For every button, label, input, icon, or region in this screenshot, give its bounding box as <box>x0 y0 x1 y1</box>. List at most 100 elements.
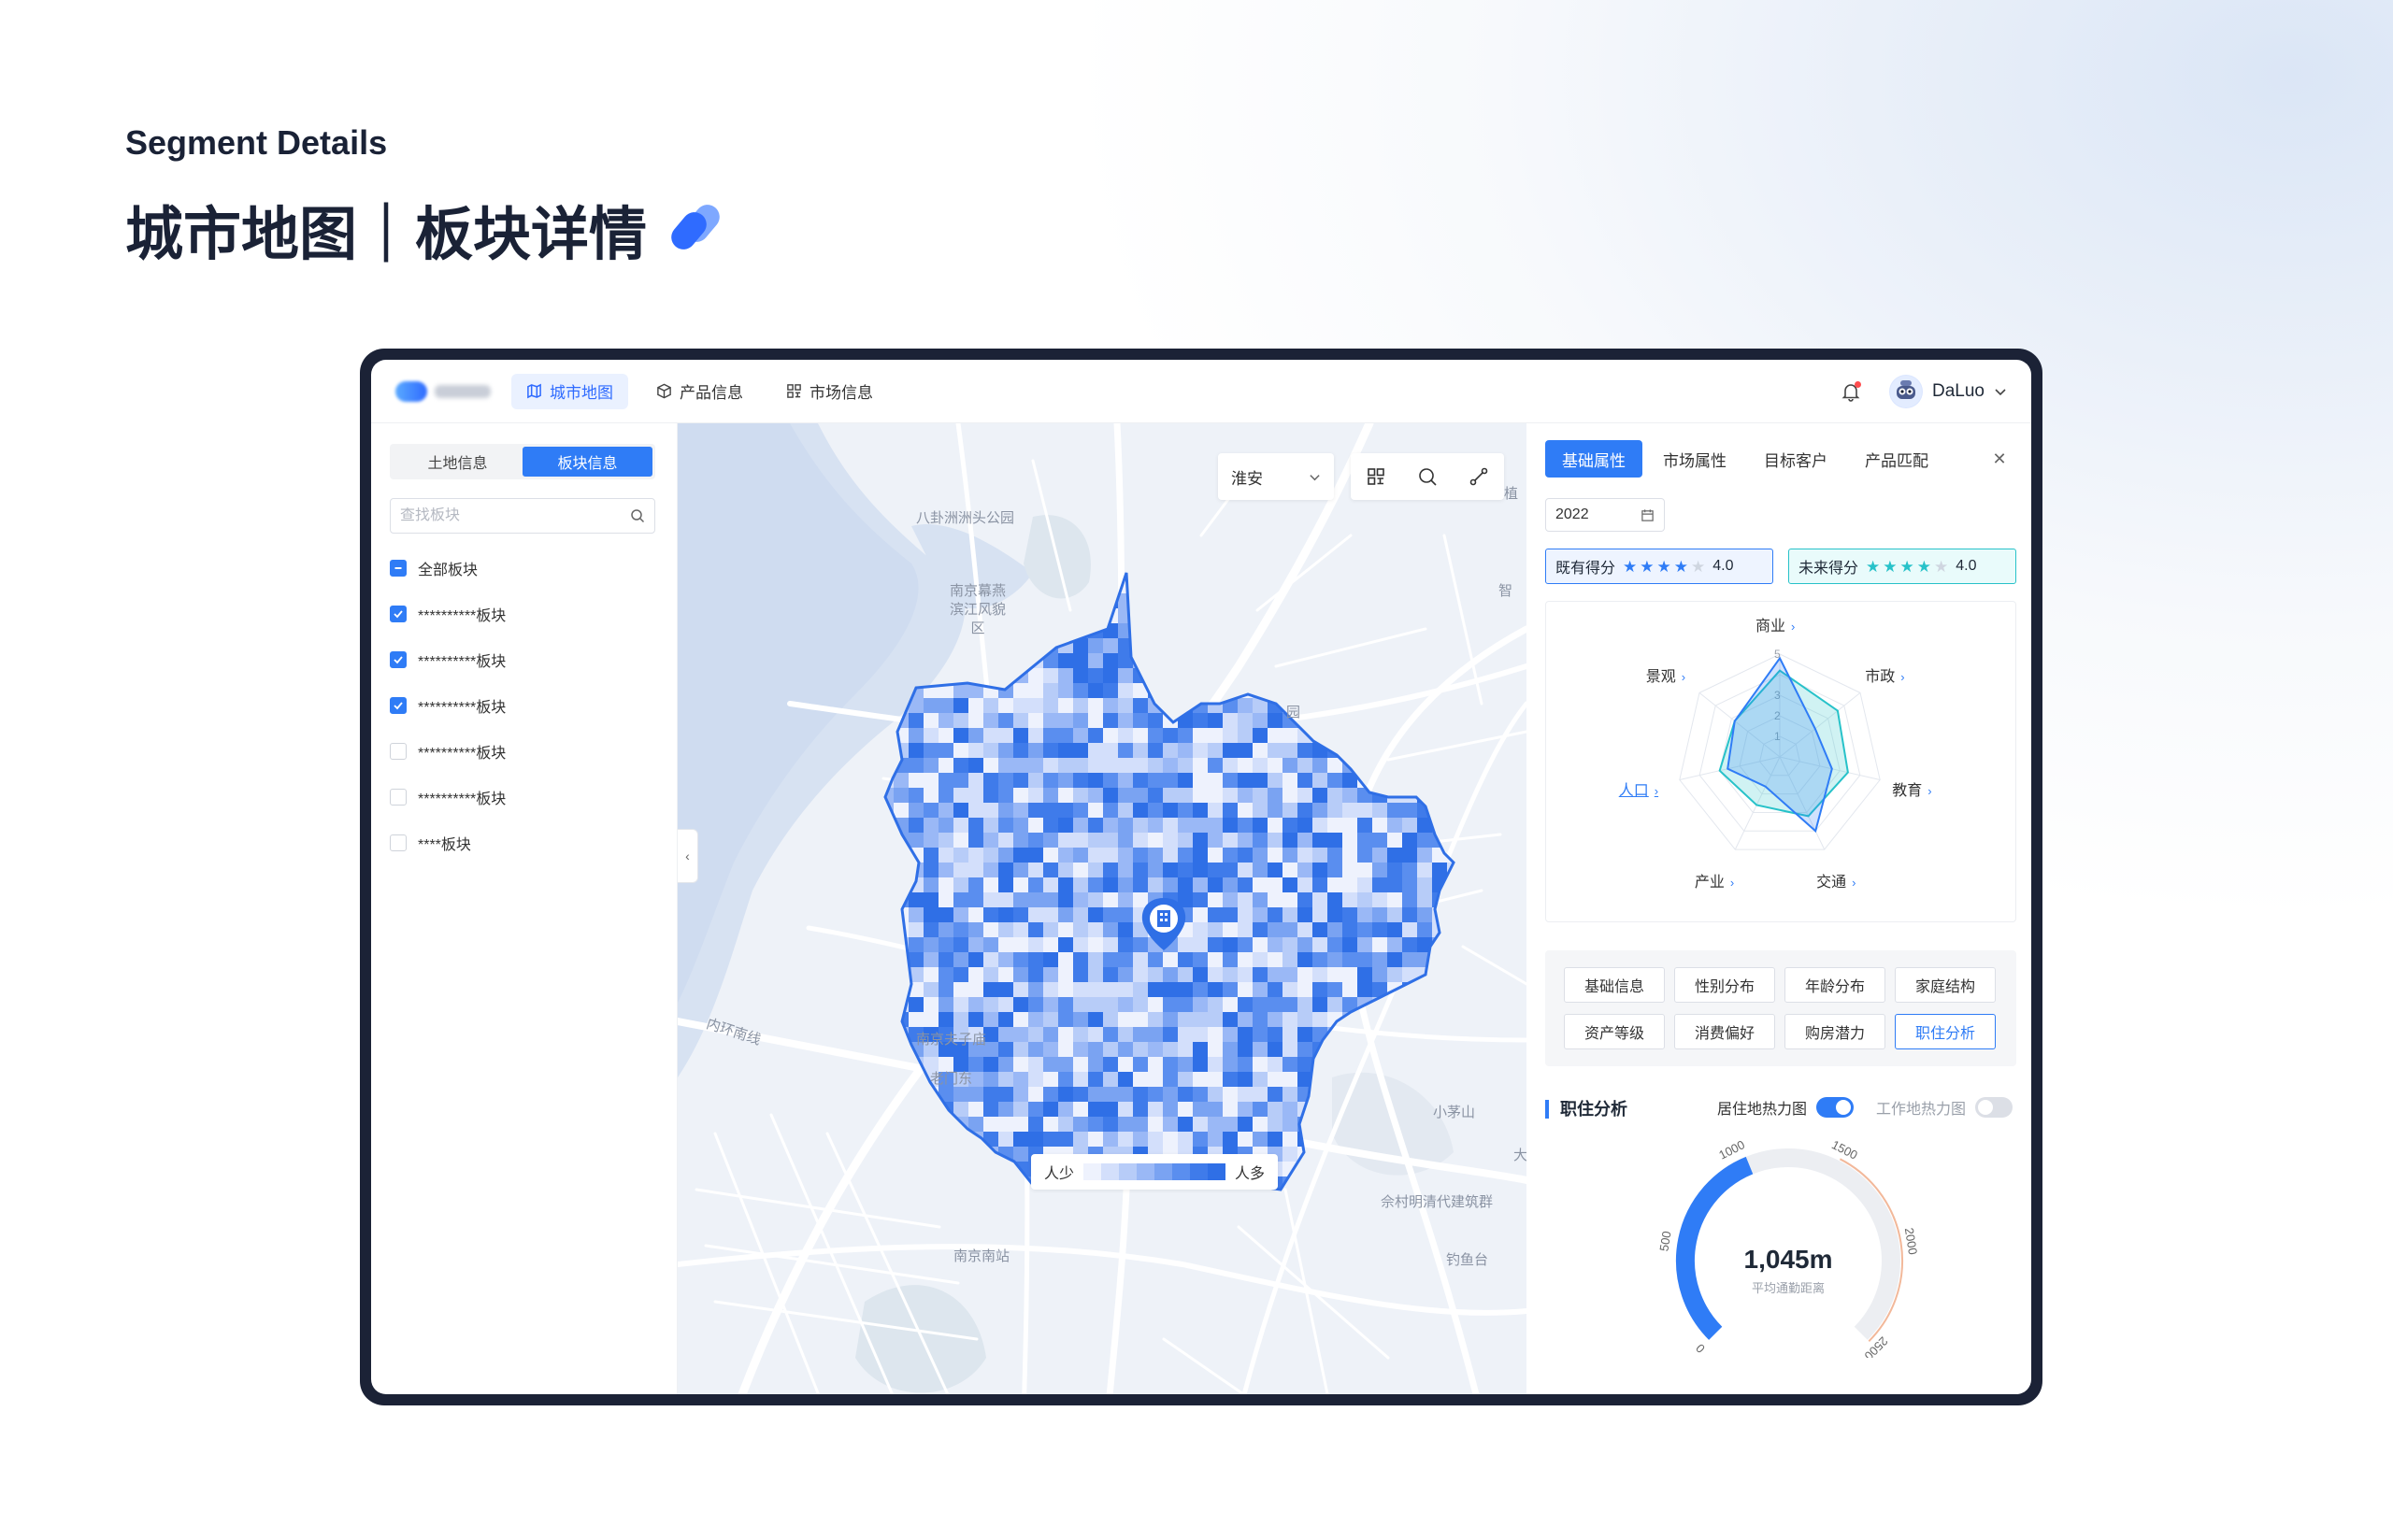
search-icon[interactable] <box>630 508 645 523</box>
category-button[interactable]: 职住分析 <box>1895 1014 1996 1049</box>
heat-cell <box>939 907 953 922</box>
checkbox[interactable] <box>390 696 407 714</box>
heat-cell <box>909 758 924 773</box>
segment-checkbox-row[interactable]: 全部板块 <box>390 545 506 591</box>
segment-checkbox-row[interactable]: **********板块 <box>390 728 506 774</box>
category-button[interactable]: 基础信息 <box>1564 967 1665 1003</box>
heat-cell <box>953 1102 968 1117</box>
map-base <box>678 423 1526 1394</box>
segment-checkbox-row[interactable]: ****板块 <box>390 820 506 865</box>
heat-cell <box>1118 1117 1133 1132</box>
radar-axis-label[interactable]: 教育 › <box>1892 777 1931 800</box>
radar-axis-label[interactable]: 人口 › <box>1619 777 1658 800</box>
heat-cell <box>1163 1042 1178 1057</box>
checkbox[interactable] <box>390 834 407 851</box>
heat-cell <box>1133 1132 1148 1147</box>
heat-cell <box>1238 952 1253 967</box>
heat-cell <box>1312 773 1327 788</box>
tab-segment-info[interactable]: 板块信息 <box>523 447 652 477</box>
heat-cell <box>924 833 939 848</box>
heat-cell <box>1178 1102 1193 1117</box>
heat-cell <box>998 1191 1013 1206</box>
heat-cell <box>1193 1072 1208 1087</box>
nav-product-info[interactable]: 产品信息 <box>641 374 758 409</box>
city-map[interactable]: 八卦洲洲头公园 南京幕燕滨江风貌区 内环南线 南京夫子庙 老门东 南京南站 小茅… <box>678 423 1526 1394</box>
user-menu[interactable]: DaLuo <box>1889 374 2007 408</box>
heat-cell <box>1028 788 1043 803</box>
notification-bell[interactable] <box>1841 380 1861 402</box>
heat-cell <box>894 967 909 982</box>
radar-axis-text: 人口 <box>1618 783 1649 800</box>
heat-cell <box>1417 982 1432 997</box>
category-button[interactable]: 购房潜力 <box>1784 1014 1885 1049</box>
measure-icon[interactable] <box>1469 466 1489 487</box>
heat-cell <box>953 863 968 877</box>
checkbox[interactable] <box>390 650 407 668</box>
heat-cell <box>1417 573 1432 578</box>
category-button[interactable]: 家庭结构 <box>1895 967 1996 1003</box>
segment-checkbox-row[interactable]: **********板块 <box>390 636 506 682</box>
heat-cell <box>1043 728 1058 743</box>
star-icon: ★ <box>1673 557 1689 576</box>
tab-basic-attr[interactable]: 基础属性 <box>1545 440 1642 478</box>
heat-cell <box>1088 1042 1103 1057</box>
heat-cell <box>1223 952 1238 967</box>
radar-axis-label[interactable]: 景观 › <box>1646 663 1685 686</box>
heat-cell <box>885 1162 894 1176</box>
tab-target-customer[interactable]: 目标客户 <box>1747 440 1844 478</box>
heat-cell <box>1387 892 1402 907</box>
category-button[interactable]: 消费偏好 <box>1674 1014 1775 1049</box>
heat-cell <box>1148 608 1163 623</box>
checkbox[interactable] <box>390 742 407 760</box>
segment-checkbox-row[interactable]: **********板块 <box>390 774 506 820</box>
grid-view-icon[interactable] <box>1366 466 1386 487</box>
heat-cell <box>1253 773 1268 788</box>
radar-axis-label[interactable]: 市政 › <box>1865 663 1904 686</box>
work-heatmap-toggle[interactable] <box>1975 1097 2013 1118</box>
checkbox[interactable] <box>390 788 407 806</box>
tab-market-attr[interactable]: 市场属性 <box>1646 440 1743 478</box>
category-button[interactable]: 性别分布 <box>1674 967 1775 1003</box>
segment-checkbox-row[interactable]: **********板块 <box>390 591 506 636</box>
heat-cell <box>1253 758 1268 773</box>
heat-cell <box>1432 758 1447 773</box>
search-icon[interactable] <box>1417 466 1438 487</box>
heat-cell <box>1208 1117 1223 1132</box>
tab-product-match[interactable]: 产品匹配 <box>1848 440 1945 478</box>
heat-cell <box>1447 982 1454 997</box>
heat-cell <box>1118 952 1133 967</box>
search-input[interactable] <box>400 507 630 524</box>
nav-market-info[interactable]: 市场信息 <box>771 374 888 409</box>
collapse-panel-button[interactable]: ‹ <box>678 829 698 883</box>
radar-axis-label[interactable]: 交通 › <box>1816 869 1856 891</box>
heat-cell <box>1178 982 1193 997</box>
nav-city-map[interactable]: 城市地图 <box>511 373 628 409</box>
segment-checkbox-row[interactable]: **********板块 <box>390 682 506 728</box>
heat-cell <box>1432 1042 1447 1057</box>
tab-land-info[interactable]: 土地信息 <box>393 447 523 477</box>
heat-cell <box>1447 758 1454 773</box>
heat-cell <box>939 1147 953 1162</box>
heat-cell <box>1118 967 1133 982</box>
heat-cell <box>1193 758 1208 773</box>
year-picker[interactable]: 2022 <box>1545 498 1665 532</box>
city-select[interactable]: 淮安 <box>1218 453 1334 500</box>
checkbox[interactable] <box>390 605 407 622</box>
residence-heatmap-toggle[interactable] <box>1815 1097 1854 1118</box>
heat-cell <box>1312 937 1327 952</box>
radar-axis-label[interactable]: 商业 › <box>1755 613 1795 635</box>
category-button[interactable]: 年龄分布 <box>1784 967 1885 1003</box>
heat-cell <box>1327 683 1342 698</box>
heat-cell <box>924 907 939 922</box>
heat-cell <box>924 937 939 952</box>
heat-cell <box>998 907 1013 922</box>
heat-cell <box>1342 593 1357 608</box>
heat-cell <box>1028 758 1043 773</box>
app-logo[interactable] <box>395 378 498 406</box>
checkbox[interactable] <box>390 559 407 577</box>
close-icon[interactable]: ✕ <box>1986 449 2013 469</box>
heat-cell <box>1268 623 1282 638</box>
radar-axis-label[interactable]: 产业 › <box>1695 869 1734 891</box>
category-button[interactable]: 资产等级 <box>1564 1014 1665 1049</box>
heat-cell <box>1357 743 1372 758</box>
